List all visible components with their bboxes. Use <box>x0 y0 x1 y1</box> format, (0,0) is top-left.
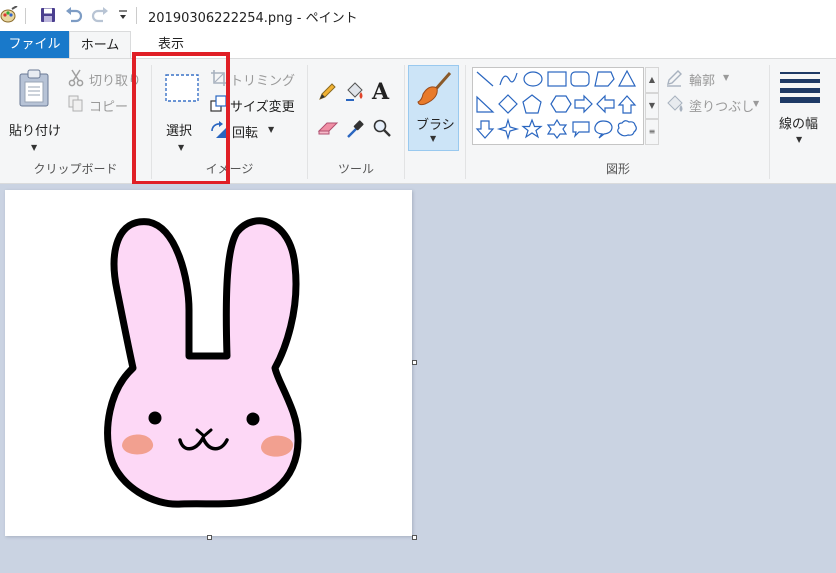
polygon-shape-icon[interactable] <box>594 71 615 87</box>
hexagon-shape-icon[interactable] <box>550 95 572 113</box>
eraser-icon[interactable] <box>317 120 339 136</box>
left-arrow-shape-icon[interactable] <box>596 94 615 114</box>
bunny-drawing <box>104 217 302 508</box>
drawing-canvas[interactable] <box>5 190 412 536</box>
color-picker-icon[interactable] <box>345 118 365 140</box>
ribbon: 貼り付け ▼ 切り取り コピー クリップボード 選択 ▼ トリミング サイズ変更… <box>0 58 836 184</box>
magnifier-icon[interactable] <box>372 118 392 138</box>
fill-icon <box>667 95 683 112</box>
paste-button[interactable]: 貼り付け ▼ <box>6 65 66 161</box>
fill-label: 塗りつぶし <box>689 100 755 115</box>
line-shape-icon[interactable] <box>476 71 494 87</box>
brush-icon <box>417 72 452 106</box>
oval-shape-icon[interactable] <box>523 71 543 87</box>
speech-bubble-oval-icon[interactable] <box>594 120 613 139</box>
group-divider <box>769 65 770 179</box>
triangle-shape-icon[interactable] <box>618 69 636 87</box>
gallery-scroll-up-icon[interactable]: ▲ <box>645 67 659 93</box>
gallery-scroll-down-icon[interactable]: ▼ <box>645 93 659 119</box>
clipboard-group-label: クリップボード <box>33 162 118 176</box>
right-triangle-shape-icon[interactable] <box>476 95 495 113</box>
save-icon[interactable] <box>38 5 58 25</box>
pencil-icon[interactable] <box>317 82 337 102</box>
copy-icon <box>68 95 83 112</box>
right-arrow-shape-icon[interactable] <box>574 94 593 114</box>
brush-label: ブラシ <box>416 118 455 133</box>
outline-label: 輪郭 <box>689 74 716 89</box>
shapes-group-label: 図形 <box>605 162 630 176</box>
up-arrow-shape-icon[interactable] <box>617 95 637 114</box>
tab-file[interactable]: ファイル <box>0 31 69 58</box>
rectangle-shape-icon[interactable] <box>547 71 567 87</box>
clipboard-icon <box>19 69 49 107</box>
chevron-down-icon: ▼ <box>268 125 275 134</box>
ribbon-tabs: ファイル ホーム 表示 <box>0 31 836 59</box>
text-tool-icon[interactable]: A <box>372 79 389 105</box>
shapes-gallery[interactable] <box>472 67 644 145</box>
six-point-star-shape-icon[interactable] <box>546 118 568 139</box>
title-bar: 20190306222254.png - ペイント <box>0 0 836 31</box>
paste-label: 貼り付け <box>9 124 62 139</box>
down-arrow-shape-icon[interactable] <box>475 120 495 139</box>
paint-app-icon[interactable] <box>0 5 18 25</box>
outline-button[interactable]: 輪郭 ▼ <box>665 69 761 89</box>
window-title: 20190306222254.png - ペイント <box>148 11 358 26</box>
redo-icon[interactable] <box>90 5 110 25</box>
undo-icon[interactable] <box>64 5 84 25</box>
divider <box>136 7 137 24</box>
size-label: 線の幅 <box>779 117 819 132</box>
line-width-icon <box>780 72 820 103</box>
tab-home[interactable]: ホーム <box>69 31 131 59</box>
chevron-down-icon: ▼ <box>753 99 760 108</box>
four-point-star-shape-icon[interactable] <box>496 117 520 141</box>
customize-toolbar-icon[interactable] <box>116 5 130 25</box>
scissors-icon <box>68 69 84 87</box>
chevron-down-icon: ▼ <box>31 143 38 152</box>
chevron-down-icon: ▼ <box>723 73 730 82</box>
cloud-shape-icon[interactable] <box>617 120 637 137</box>
workspace <box>0 184 836 573</box>
resize-handle-corner[interactable] <box>412 535 417 540</box>
group-divider <box>404 65 405 179</box>
clipboard-group: 貼り付け ▼ 切り取り コピー クリップボード <box>0 59 151 183</box>
gallery-scrollbar[interactable]: ▲ ▼ ≡ <box>645 67 659 145</box>
crop-label: トリミング <box>230 74 296 89</box>
highlight-annotation <box>132 52 230 185</box>
gallery-expand-icon[interactable]: ≡ <box>645 119 659 145</box>
rotate-label: 回転 <box>232 126 259 141</box>
chevron-down-icon: ▼ <box>430 134 437 143</box>
curve-shape-icon[interactable] <box>499 72 518 86</box>
rounded-rectangle-shape-icon[interactable] <box>570 71 590 87</box>
copy-label: コピー <box>89 100 129 115</box>
diamond-shape-icon[interactable] <box>498 94 518 114</box>
fill-button[interactable]: 塗りつぶし ▼ <box>665 95 765 115</box>
group-divider <box>465 65 466 179</box>
resize-handle-bottom[interactable] <box>207 535 212 540</box>
size-button[interactable]: 線の幅 ▼ <box>774 65 826 155</box>
divider <box>25 8 26 24</box>
tools-group: A ツール <box>308 59 404 183</box>
chevron-down-icon: ▼ <box>796 135 803 144</box>
resize-label: サイズ変更 <box>230 100 295 115</box>
pentagon-shape-icon[interactable] <box>522 94 542 114</box>
tools-group-label: ツール <box>337 162 374 176</box>
speech-bubble-rect-icon[interactable] <box>572 121 590 138</box>
brush-button[interactable]: ブラシ ▼ <box>408 65 459 151</box>
five-point-star-shape-icon[interactable] <box>521 118 543 139</box>
outline-pen-icon <box>667 70 682 87</box>
fill-bucket-icon[interactable] <box>344 81 366 103</box>
resize-handle-right[interactable] <box>412 360 417 365</box>
